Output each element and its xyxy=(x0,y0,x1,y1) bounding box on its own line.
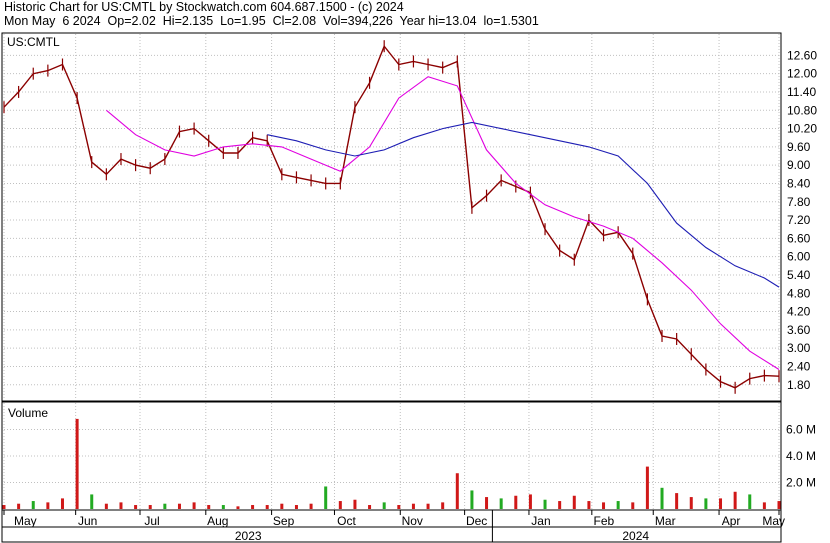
volume-bar xyxy=(382,502,386,509)
month-label: May xyxy=(14,514,37,528)
volume-tick-label: 2.0 M xyxy=(786,476,816,490)
volume-bar xyxy=(119,502,123,509)
price-tick-label: 6.60 xyxy=(787,231,811,245)
volume-bar xyxy=(689,497,693,509)
volume-bar xyxy=(46,502,50,509)
volume-bar xyxy=(587,501,591,509)
volume-bar xyxy=(134,505,138,509)
volume-bar xyxy=(207,505,211,509)
volume-bar xyxy=(602,502,606,509)
volume-bar xyxy=(704,498,708,509)
volume-bar xyxy=(338,501,342,509)
price-y-axis: 12.60 12.00 11.40 10.80 10.20 9.60 9.00 8.40 7.8… xyxy=(787,48,817,391)
x-axis: May Jun Jul Aug Sep Oct Nov Dec Jan Feb Mar Apr May 2… xyxy=(1,509,785,543)
month-label: Sep xyxy=(273,514,295,528)
volume-bar xyxy=(2,505,6,509)
month-label: Apr xyxy=(722,514,741,528)
price-tick-label: 10.80 xyxy=(787,103,817,117)
price-panel-title: US:CMTL xyxy=(7,35,60,49)
volume-tick-label: 6.0 M xyxy=(786,423,816,437)
volume-bar xyxy=(426,503,430,509)
volume-bar xyxy=(528,494,532,509)
volume-bar xyxy=(616,501,620,509)
volume-bar xyxy=(31,501,35,509)
volume-bar xyxy=(719,498,723,509)
price-tick-label: 1.80 xyxy=(787,378,811,392)
volume-bar xyxy=(485,497,489,509)
volume-bar xyxy=(251,505,255,509)
volume-bar xyxy=(762,502,766,509)
volume-bar xyxy=(90,494,94,509)
year-label: 2024 xyxy=(622,529,649,543)
volume-bar xyxy=(236,506,240,509)
year-label: 2023 xyxy=(235,529,262,543)
volume-bar xyxy=(324,486,328,509)
volume-bar xyxy=(645,466,649,509)
volume-bar xyxy=(177,503,181,509)
volume-y-axis: 6.0 M 4.0 M 2.0 M xyxy=(786,423,816,490)
volume-bar xyxy=(499,498,503,509)
volume-bar xyxy=(660,487,664,509)
volume-bar xyxy=(368,505,372,509)
volume-bar xyxy=(17,503,21,509)
volume-bar xyxy=(265,505,269,509)
volume-bar xyxy=(294,505,298,509)
month-label: May xyxy=(762,514,785,528)
volume-bar xyxy=(104,503,108,509)
volume-bar xyxy=(572,495,576,509)
price-tick-label: 2.40 xyxy=(787,359,811,373)
volume-bar xyxy=(148,505,152,509)
price-tick-label: 4.80 xyxy=(787,286,811,300)
month-label: Oct xyxy=(337,514,356,528)
volume-bar xyxy=(675,493,679,509)
volume-bar xyxy=(411,503,415,509)
month-label: Aug xyxy=(207,514,228,528)
volume-bar xyxy=(60,498,64,509)
month-label: Jun xyxy=(78,514,97,528)
price-tick-label: 3.60 xyxy=(787,323,811,337)
price-tick-label: 12.60 xyxy=(787,48,817,62)
volume-bar xyxy=(221,505,225,509)
volume-bar xyxy=(748,494,752,509)
volume-bar xyxy=(455,473,459,509)
month-label: Dec xyxy=(466,514,487,528)
volume-bar xyxy=(470,490,474,509)
month-label: Jul xyxy=(144,514,159,528)
month-label: Jan xyxy=(531,514,550,528)
price-tick-label: 8.40 xyxy=(787,176,811,190)
price-tick-label: 12.00 xyxy=(787,67,817,81)
volume-bar xyxy=(543,499,547,509)
price-tick-label: 10.20 xyxy=(787,122,817,136)
volume-bar xyxy=(514,495,518,509)
price-tick-label: 7.20 xyxy=(787,213,811,227)
month-label: Mar xyxy=(655,514,676,528)
month-label: Feb xyxy=(593,514,614,528)
volume-bar xyxy=(309,503,313,509)
volume-bar xyxy=(558,501,562,509)
month-label: Nov xyxy=(402,514,423,528)
price-tick-label: 11.40 xyxy=(787,85,816,99)
price-tick-label: 3.00 xyxy=(787,341,811,355)
price-tick-label: 7.80 xyxy=(787,195,811,209)
volume-bar xyxy=(163,503,167,509)
volume-tick-label: 4.0 M xyxy=(786,449,816,463)
volume-bar xyxy=(733,491,737,509)
price-tick-label: 9.60 xyxy=(787,140,811,154)
price-volume-chart: 12.60 12.00 11.40 10.80 10.20 9.60 9.00 8.40 7.8… xyxy=(1,32,817,543)
price-panel-frame xyxy=(1,32,782,402)
price-tick-label: 5.40 xyxy=(787,268,811,282)
volume-bar xyxy=(777,501,781,509)
volume-panel-title: Volume xyxy=(8,406,48,420)
price-tick-label: 9.00 xyxy=(787,158,811,172)
price-tick-label: 4.20 xyxy=(787,305,811,319)
volume-bar xyxy=(353,499,357,509)
volume-bar xyxy=(397,505,401,509)
volume-bar xyxy=(631,502,635,509)
volume-bar xyxy=(192,502,196,509)
volume-bar xyxy=(280,503,284,509)
volume-bar xyxy=(75,418,79,509)
volume-bar xyxy=(441,502,445,509)
price-tick-label: 6.00 xyxy=(787,250,811,264)
